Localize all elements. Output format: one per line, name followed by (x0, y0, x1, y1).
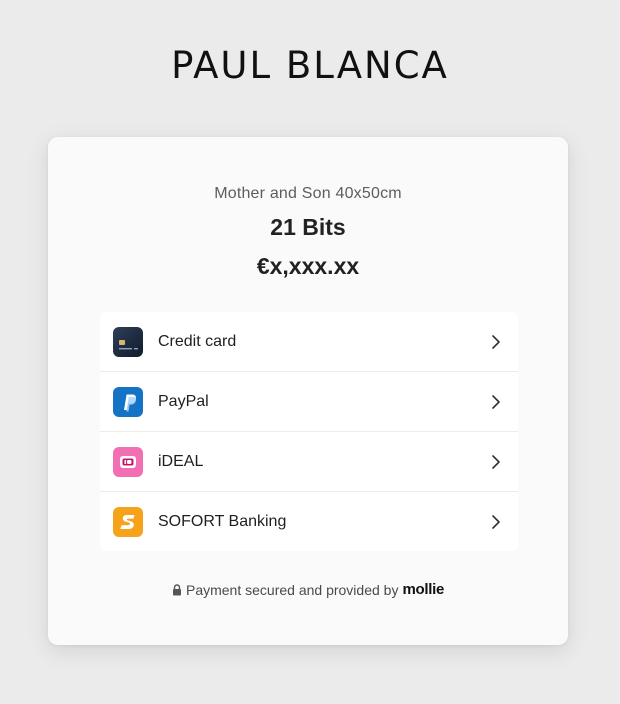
order-amount: €x,xxx.xx (256, 253, 360, 279)
payment-method-label: PayPal (158, 392, 209, 410)
payment-method-list: Credit card PayPal iDEAL SOFORT Banking (100, 312, 518, 551)
chevron-right-icon (486, 512, 506, 532)
payment-method-paypal[interactable]: PayPal (100, 372, 518, 432)
ideal-icon (113, 446, 143, 477)
payment-method-credit-card[interactable]: Credit card (100, 312, 518, 372)
sofort-icon (113, 506, 143, 537)
chevron-right-icon (486, 392, 506, 412)
lock-icon (172, 583, 182, 596)
order-description: 21 Bits (270, 214, 346, 240)
payment-method-sofort[interactable]: SOFORT Banking (100, 492, 518, 551)
chevron-right-icon (486, 452, 506, 472)
payment-method-label: Credit card (158, 332, 237, 350)
payment-method-label: SOFORT Banking (158, 512, 287, 530)
mollie-logo[interactable]: mollie (402, 581, 444, 598)
credit-card-icon (113, 326, 143, 357)
paypal-icon (113, 386, 143, 417)
payment-method-ideal[interactable]: iDEAL (100, 432, 518, 492)
security-footer: Payment secured and provided by mollie (48, 581, 568, 598)
chevron-right-icon (486, 332, 506, 352)
brand-logo: PAUL BLANCA (171, 44, 449, 87)
security-text: Payment secured and provided by (185, 581, 399, 598)
product-name: Mother and Son 40x50cm (214, 185, 402, 202)
checkout-card: Mother and Son 40x50cm 21 Bits €x,xxx.xx… (48, 137, 568, 645)
payment-method-label: iDEAL (158, 452, 204, 470)
